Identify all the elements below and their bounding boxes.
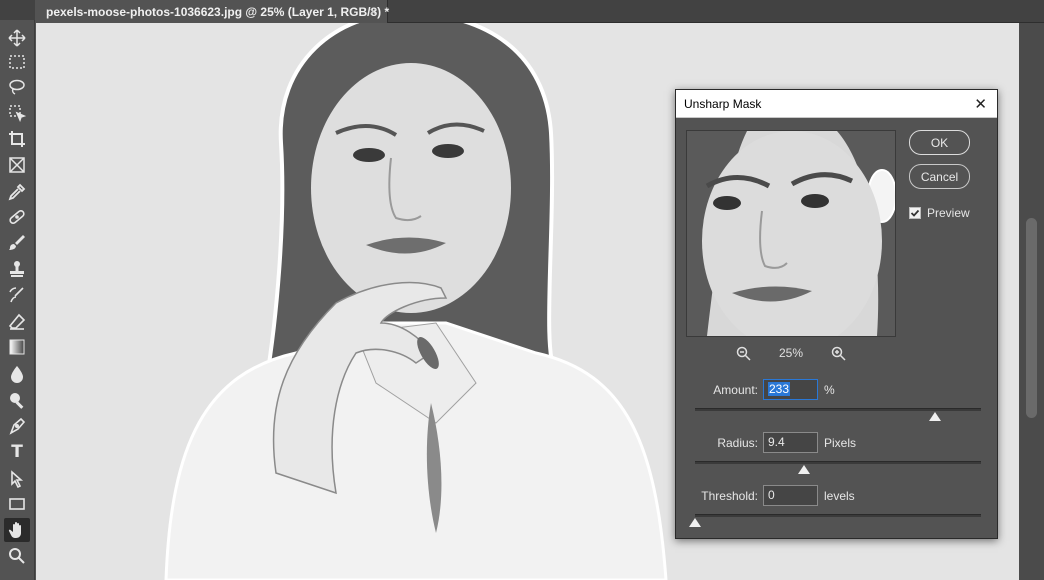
threshold-input[interactable]: 0	[763, 485, 818, 506]
drop-icon	[11, 366, 23, 383]
amount-slider-thumb[interactable]	[929, 412, 942, 421]
hand-tool[interactable]	[4, 518, 30, 542]
stamp-icon	[10, 261, 24, 277]
history-brush-icon	[9, 287, 24, 303]
eyedropper-icon	[8, 183, 26, 201]
radius-value: 9.4	[768, 435, 785, 449]
dialog-title: Unsharp Mask	[684, 96, 762, 111]
document-tab[interactable]: pexels-moose-photos-1036623.jpg @ 25% (L…	[36, 0, 390, 23]
preview-zoom-level: 25%	[778, 346, 804, 360]
threshold-label: Threshold:	[701, 489, 758, 503]
amount-unit: %	[824, 383, 835, 397]
eraser-tool[interactable]	[4, 310, 30, 334]
frame-tool[interactable]	[4, 153, 30, 177]
preview-checkbox-row[interactable]: Preview	[909, 206, 970, 220]
eraser-icon	[8, 313, 26, 330]
move-tool[interactable]	[4, 26, 30, 50]
amount-slider[interactable]	[695, 408, 981, 411]
path-selection-tool[interactable]	[4, 467, 30, 491]
eyedropper-tool[interactable]	[4, 180, 30, 204]
threshold-value: 0	[768, 488, 775, 502]
preview-zoom-controls: 25%	[686, 344, 896, 362]
amount-label: Amount:	[713, 383, 758, 397]
radius-input[interactable]: 9.4	[763, 432, 818, 453]
checkmark-icon	[910, 209, 920, 217]
type-icon: T	[11, 442, 23, 462]
brush-icon	[9, 235, 25, 250]
move-icon	[8, 29, 26, 47]
radius-slider-thumb[interactable]	[797, 465, 810, 474]
zoom-in-icon[interactable]	[831, 346, 846, 361]
frame-icon	[9, 157, 25, 173]
history-brush-tool[interactable]	[4, 283, 30, 307]
blur-tool[interactable]	[4, 362, 30, 386]
preview-label: Preview	[927, 206, 970, 220]
ok-button[interactable]: OK	[909, 130, 970, 155]
close-document-icon[interactable]: ×	[369, 4, 377, 19]
gradient-tool[interactable]	[4, 335, 30, 359]
radius-slider[interactable]	[695, 461, 981, 464]
rectangle-icon	[9, 498, 25, 510]
tools-panel: T	[0, 0, 35, 580]
object-select-icon	[9, 105, 26, 122]
document-tab-title: pexels-moose-photos-1036623.jpg @ 25% (L…	[46, 4, 390, 19]
crop-icon	[9, 131, 25, 147]
radius-label: Radius:	[717, 436, 758, 450]
preview-checkbox[interactable]	[909, 207, 921, 219]
pen-tool[interactable]	[4, 414, 30, 438]
rectangle-tool[interactable]	[4, 492, 30, 516]
close-icon[interactable]: ✕	[974, 95, 987, 113]
object-selection-tool[interactable]	[4, 101, 30, 125]
clone-stamp-tool[interactable]	[4, 257, 30, 281]
zoom-tool[interactable]	[4, 544, 30, 568]
arrow-icon	[11, 470, 24, 488]
healing-brush-tool[interactable]	[4, 205, 30, 229]
document-tab-bar: pexels-moose-photos-1036623.jpg @ 25% (L…	[36, 0, 1044, 23]
amount-value: 233	[768, 382, 791, 396]
threshold-slider-thumb[interactable]	[689, 518, 701, 527]
unsharp-mask-dialog: Unsharp Mask ✕ OK Cancel Preview 25% Amo…	[675, 89, 998, 539]
lasso-tool[interactable]	[4, 75, 30, 99]
lasso-icon	[9, 79, 25, 95]
rect-marquee-icon	[9, 55, 25, 69]
dialog-titlebar[interactable]: Unsharp Mask ✕	[676, 90, 997, 118]
tools-panel-grip[interactable]	[0, 0, 35, 20]
zoom-icon	[9, 548, 25, 564]
bandage-icon	[9, 209, 25, 225]
type-tool[interactable]: T	[4, 440, 30, 464]
threshold-unit: levels	[824, 489, 855, 503]
gradient-icon	[9, 339, 25, 355]
vertical-scrollbar-thumb[interactable]	[1026, 218, 1037, 418]
threshold-slider[interactable]	[695, 514, 981, 517]
hand-icon	[8, 522, 21, 538]
zoom-out-icon[interactable]	[736, 346, 751, 361]
pen-icon	[9, 417, 26, 435]
marquee-tool[interactable]	[4, 50, 30, 74]
vertical-scrollbar[interactable]	[1019, 23, 1044, 580]
filter-preview-window[interactable]	[686, 130, 896, 337]
cancel-button[interactable]: Cancel	[909, 164, 970, 189]
amount-input[interactable]: 233	[763, 379, 818, 400]
dodge-icon	[10, 393, 24, 409]
brush-tool[interactable]	[4, 231, 30, 255]
dodge-tool[interactable]	[4, 388, 30, 412]
radius-unit: Pixels	[824, 436, 857, 450]
preview-face-image	[687, 131, 895, 336]
crop-tool[interactable]	[4, 127, 30, 151]
